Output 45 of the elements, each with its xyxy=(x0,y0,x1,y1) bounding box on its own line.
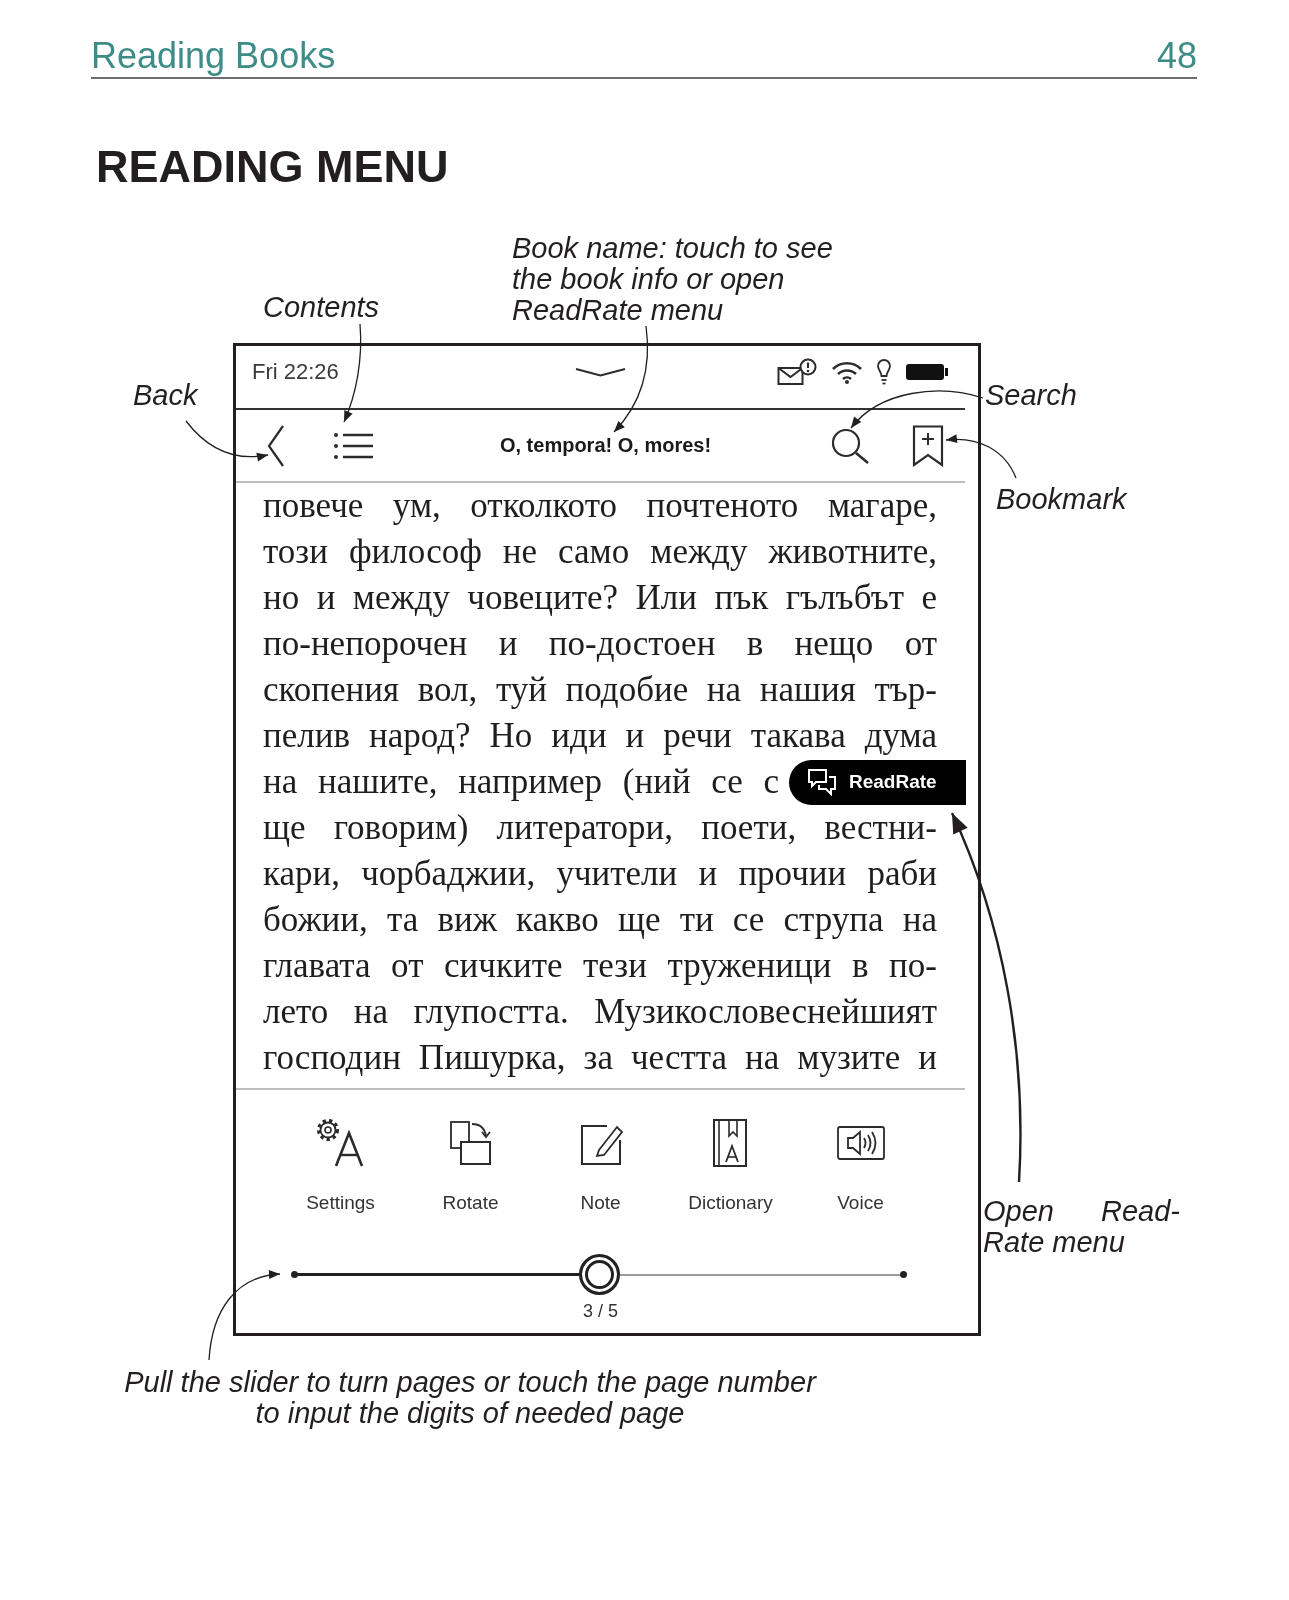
callout-text: Pull the slider to turn pages or touch the page number to input the digits of needed page xyxy=(123,1367,818,1429)
callout-text: Open Read- Rate menu xyxy=(983,1196,1180,1258)
book-text-line: скопения вол, туй подобие на нашия тър- xyxy=(263,669,937,711)
dictionary-button[interactable]: Dictionary xyxy=(688,1118,773,1214)
note-button[interactable]: Note xyxy=(576,1118,625,1214)
search-icon[interactable] xyxy=(831,427,869,464)
chevron-down-icon[interactable] xyxy=(575,366,626,378)
book-text-line: на нашите, например (ний се с xyxy=(263,761,779,803)
book-text-line: повече ум, отколкото почтеното магаре, xyxy=(263,485,937,527)
page-number: 48 xyxy=(1156,35,1197,77)
section-heading: READING MENU xyxy=(96,141,449,193)
book-text-line: но и между човеците? Или пък гълъбът е xyxy=(263,577,937,619)
voice-button[interactable]: Voice xyxy=(835,1118,886,1214)
list-icon[interactable] xyxy=(333,431,373,460)
chat-icon xyxy=(807,768,837,796)
wifi-icon[interactable] xyxy=(831,360,863,384)
book-text-line: божии, та виж какво ще ти се струпа на xyxy=(263,899,937,941)
book-text-line: господин Пишурка, за честта на музите и xyxy=(263,1037,937,1079)
book-text-line: лето на глупостта. Музикословеснейшият xyxy=(263,991,937,1033)
slider-thumb[interactable] xyxy=(578,1254,620,1295)
lightbulb-icon[interactable] xyxy=(877,359,891,385)
back-icon[interactable] xyxy=(267,424,285,467)
callout-text: Contents xyxy=(263,292,380,323)
rotate-icon xyxy=(447,1118,494,1168)
callout-text: Back xyxy=(133,380,198,411)
book-text-line: този философ не само между животните, xyxy=(263,531,937,573)
book-text-line: пелив народ? Но иди и речи такава дума xyxy=(263,715,937,757)
rotate-button[interactable]: Rotate xyxy=(442,1118,499,1214)
book-text-line: главата от сичките тези труженици в по- xyxy=(263,945,937,987)
readrate-button[interactable]: ReadRate xyxy=(789,759,966,805)
callout-text: Book name: touch to see the book info or open ReadRate menu xyxy=(512,233,833,326)
settings-icon xyxy=(315,1118,366,1168)
callout-text: Search xyxy=(985,380,1077,411)
book-text-line: кари, чорбаджии, учители и прочии раби xyxy=(263,853,937,895)
envelope-alert-icon[interactable] xyxy=(777,358,817,386)
battery-icon[interactable] xyxy=(905,362,949,382)
settings-button[interactable]: Settings xyxy=(306,1118,375,1214)
book-text-line: ще говорим) литератори, поети, вестни- xyxy=(263,807,937,849)
page-indicator[interactable]: 3 / 5 xyxy=(583,1301,618,1321)
clock-time: Fri 22:26 xyxy=(252,359,339,385)
section-title: Reading Books xyxy=(91,35,336,77)
book-text-line: по-непорочен и по-достоен в нещо от xyxy=(263,623,937,665)
callout-text: Bookmark xyxy=(996,484,1127,515)
bookmark-plus-icon[interactable] xyxy=(912,424,944,467)
book-title[interactable]: O, tempora! O, mores! xyxy=(499,434,712,457)
